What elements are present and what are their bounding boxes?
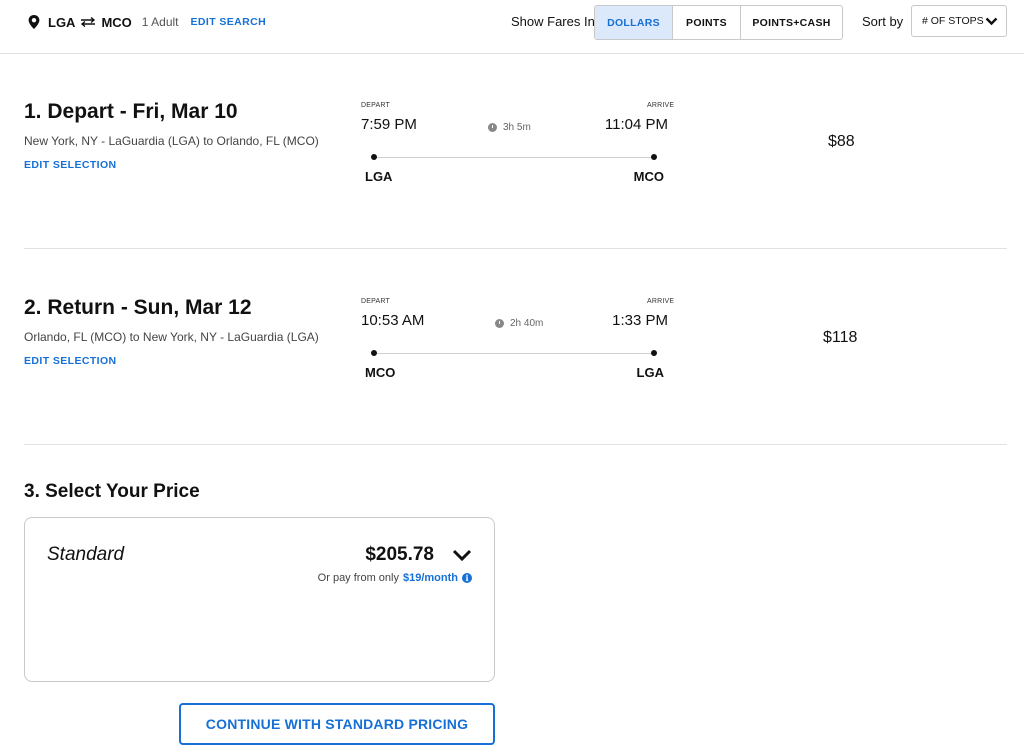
fare-option-dollars[interactable]: DOLLARS	[595, 6, 672, 39]
fare-type-toggle: DOLLARS POINTS POINTS+CASH	[594, 5, 843, 40]
arrive-time: 1:33 PM	[612, 312, 668, 329]
destination-airport: LGA	[636, 365, 664, 380]
traveler-count: 1 Adult	[141, 15, 179, 29]
depart-label: DEPART	[361, 298, 390, 305]
standard-price-card[interactable]: Standard $205.78 Or pay from only $19/mo…	[24, 517, 495, 682]
route-line	[373, 157, 655, 158]
depart-time: 10:53 AM	[361, 312, 425, 329]
route-line	[373, 353, 655, 354]
flight-price: $118	[823, 329, 858, 346]
origin-dot	[371, 350, 377, 356]
depart-time: 7:59 PM	[361, 116, 417, 133]
arrive-label: ARRIVE	[647, 102, 675, 109]
monthly-payment-prefix: Or pay from only	[317, 572, 399, 584]
origin-dot	[371, 154, 377, 160]
monthly-payment-link[interactable]: $19/month	[403, 572, 458, 584]
arrive-time: 11:04 PM	[604, 116, 668, 133]
flight-duration: 2h 40m	[495, 318, 543, 329]
origin-code: LGA	[48, 14, 76, 30]
edit-selection-link[interactable]: EDIT SELECTION	[24, 159, 117, 171]
flight-duration: 3h 5m	[488, 122, 531, 133]
sort-select-value: # OF STOPS	[922, 15, 984, 27]
continue-standard-pricing-button[interactable]: CONTINUE WITH STANDARD PRICING	[179, 703, 495, 745]
duration-text: 2h 40m	[510, 318, 544, 329]
chevron-down-icon[interactable]	[452, 549, 472, 562]
route-summary: LGA MCO 1 Adult EDIT SEARCH	[28, 14, 266, 30]
origin-airport: MCO	[365, 365, 396, 380]
destination-dot	[651, 350, 657, 356]
price-option-name: Standard	[47, 544, 125, 565]
flight-route-description: Orlando, FL (MCO) to New York, NY - LaGu…	[24, 330, 319, 344]
monthly-payment-note: Or pay from only $19/month i	[318, 572, 472, 584]
swap-arrows-icon	[81, 17, 96, 27]
flight-segment-return: 2. Return - Sun, Mar 12 Orlando, FL (MCO…	[0, 249, 1024, 445]
sort-by-label: Sort by	[862, 14, 904, 29]
duration-text: 3h 5m	[503, 122, 531, 133]
search-summary-bar: LGA MCO 1 Adult EDIT SEARCH Show Fares I…	[0, 0, 1024, 54]
depart-label: DEPART	[361, 102, 390, 109]
origin-airport: LGA	[365, 169, 393, 184]
sort-select[interactable]: # OF STOPS	[911, 5, 1007, 37]
flight-price: $88	[828, 133, 855, 150]
destination-airport: MCO	[633, 169, 664, 184]
show-fares-label: Show Fares In	[511, 14, 595, 29]
select-price-title: 3. Select Your Price	[24, 481, 200, 502]
flight-segment-depart: 1. Depart - Fri, Mar 10 New York, NY - L…	[0, 53, 1024, 249]
fare-option-points[interactable]: POINTS	[672, 6, 740, 39]
info-icon[interactable]: i	[462, 573, 472, 583]
flight-title: 1. Depart - Fri, Mar 10	[24, 100, 238, 123]
destination-dot	[651, 154, 657, 160]
flight-title: 2. Return - Sun, Mar 12	[24, 296, 252, 319]
section-divider	[24, 444, 1007, 445]
fare-option-points-cash[interactable]: POINTS+CASH	[740, 6, 842, 39]
clock-icon	[488, 123, 497, 132]
edit-selection-link[interactable]: EDIT SELECTION	[24, 355, 117, 367]
location-pin-icon	[28, 15, 40, 29]
price-total: $205.78	[365, 544, 434, 565]
destination-code: MCO	[101, 14, 132, 30]
arrive-label: ARRIVE	[647, 298, 675, 305]
chevron-down-icon	[985, 17, 998, 26]
clock-icon	[495, 319, 504, 328]
flight-route-description: New York, NY - LaGuardia (LGA) to Orland…	[24, 134, 319, 148]
edit-search-link[interactable]: EDIT SEARCH	[191, 16, 267, 28]
